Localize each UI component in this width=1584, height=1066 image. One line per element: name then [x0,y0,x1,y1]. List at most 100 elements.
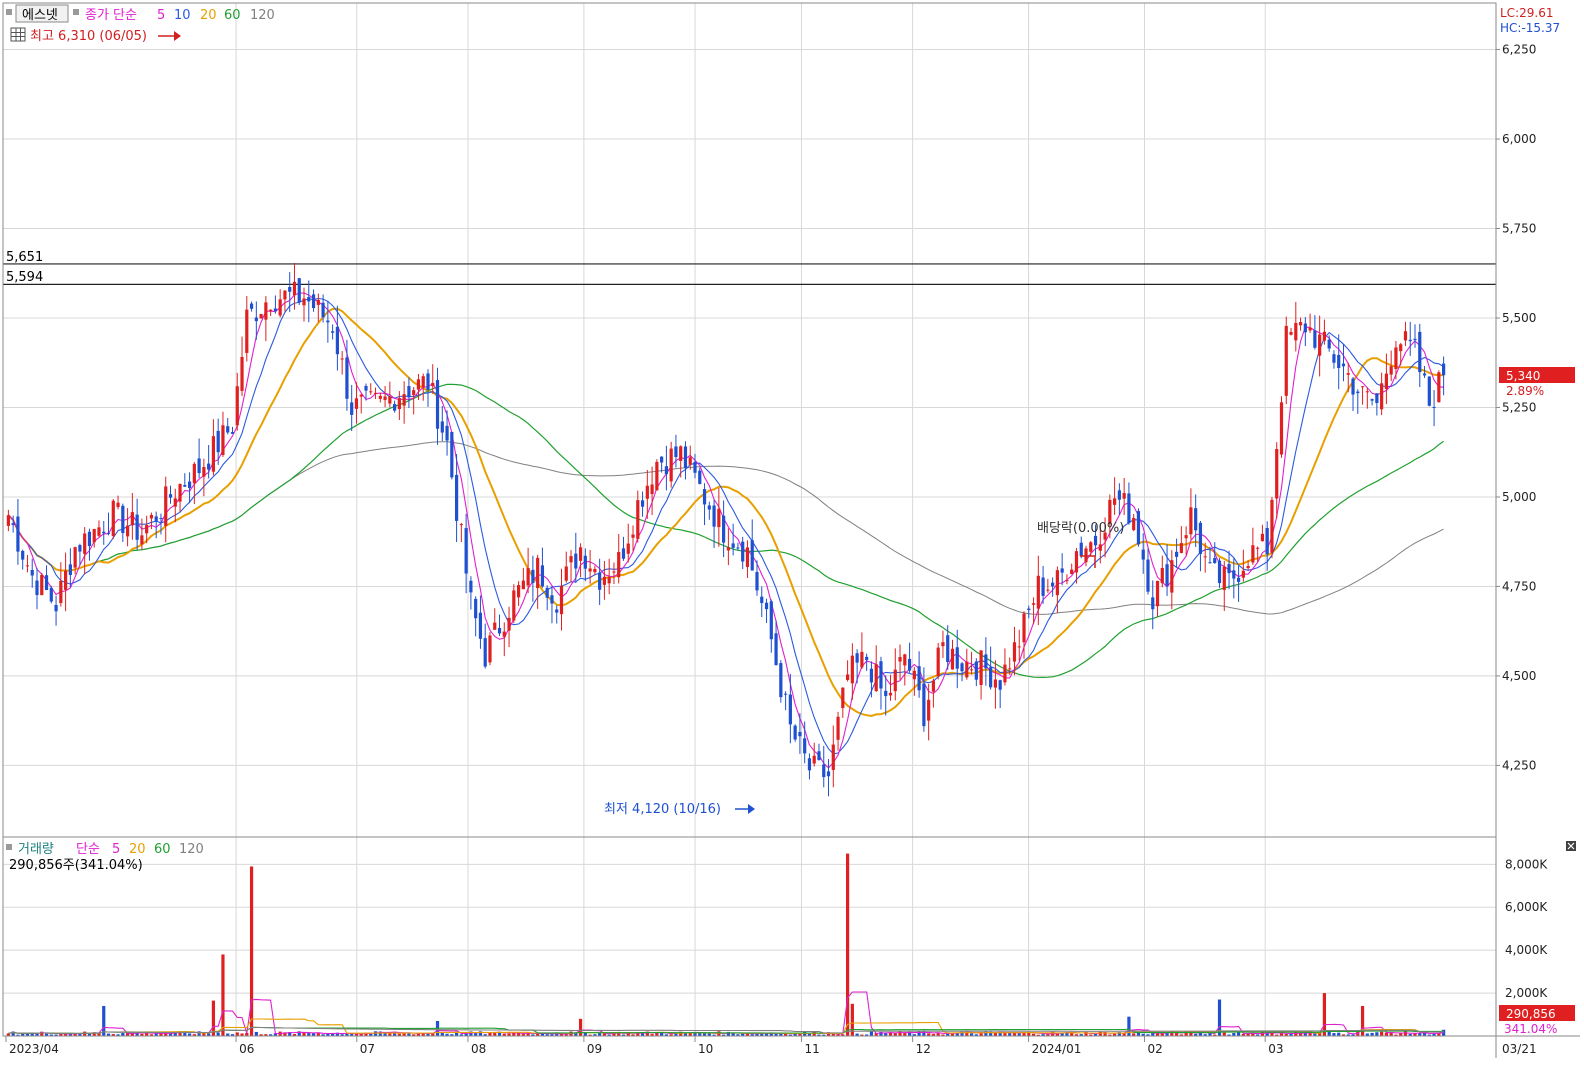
candle-body [1303,323,1307,333]
candle-body [97,527,101,536]
candle-body [1298,322,1303,326]
candle-body [507,617,511,631]
candle-body [307,297,311,302]
candle-body [373,392,378,394]
candle-body [1232,570,1236,579]
candle-body [1222,566,1226,590]
candle-body [865,656,869,660]
legend-toggle-icon[interactable] [6,9,12,15]
candle-body [154,516,158,522]
candle-body [125,525,130,537]
candle-body [488,635,492,663]
candle-body [1270,499,1274,553]
candle-body [755,571,759,591]
volume-current-value: 290,856 [1506,1007,1556,1021]
candle-body [1413,338,1417,341]
candle-body [955,647,959,669]
table-icon[interactable] [10,27,26,42]
candle-body [679,446,683,461]
candle-body [331,331,335,333]
candle-body [631,534,635,538]
candle-body [44,575,49,591]
candle-body [1055,570,1059,596]
candle-body [1179,543,1183,553]
stock-chart[interactable]: 4,250 4,500 4,750 5,000 5,250 5,500 5,750 6,000… [0,0,1584,1062]
candle-body [1399,344,1403,352]
volume-bar [1222,1032,1226,1036]
candle-body [445,425,449,441]
candle-body [989,667,993,688]
candle-body [736,547,740,549]
candle-body [793,725,797,740]
date-tick-label: 10 [698,1042,713,1056]
candle-body [936,647,940,677]
candle-body [235,386,239,426]
candle-body [645,485,649,499]
candle-body [1251,545,1255,563]
date-tick-label: 2023/04 [9,1042,59,1056]
candle-body [917,666,921,691]
candle-body [502,631,506,637]
candle-body [159,517,163,519]
volume-current-pct: 341.04% [1504,1022,1557,1036]
candle-body [393,404,397,411]
candle-body [555,609,559,613]
candle-body [416,379,421,390]
volume-bar [254,1031,258,1036]
candle-body [540,565,545,587]
candle-body [912,670,916,680]
candle-body [664,466,668,475]
candle-body [1265,527,1269,555]
candle-body [974,661,978,680]
date-tick-label: 06 [239,1042,254,1056]
volume-ma-period-60: 60 [154,842,171,857]
candle-body [1008,668,1012,670]
candle-body [1165,564,1169,586]
candle-body [521,580,525,590]
candle-body [435,380,440,429]
candle-body [698,470,702,484]
candle-body [493,622,497,630]
candle-body [78,545,82,552]
candle-body [350,402,354,415]
candle-body [1308,327,1312,331]
candle-body [550,595,554,604]
candle-body [440,421,444,433]
candle-body [245,309,249,353]
candle-body [888,692,893,696]
candle-body [722,515,726,543]
volume-summary: 290,856주(341.04%) [9,858,143,873]
candle-body [660,456,664,463]
candle-body [879,661,883,689]
candle-body [1132,517,1136,531]
candle-body [593,568,597,573]
candle-body [965,661,969,678]
candle-body [1012,642,1017,662]
ma-toggle-icon[interactable] [73,9,79,15]
candle-body [168,494,173,498]
candle-body [469,580,473,593]
candle-body [617,552,621,578]
candle-body [364,385,368,391]
candle-body [64,570,68,590]
candle-body [745,547,750,567]
candle-body [850,655,854,684]
candle-body [316,299,320,305]
candle-body [817,751,821,761]
candle-body [1022,613,1026,643]
candle-body [73,547,77,568]
candle-body [941,642,945,647]
candle-body [459,524,463,526]
price-tick-label: 6,250 [1502,43,1536,57]
candle-body [145,524,149,534]
candle-body [583,555,587,569]
candle-body [1051,582,1055,587]
stock-name[interactable]: 에스넷 [22,8,58,23]
candle-body [1136,511,1141,545]
price-tick-label: 5,500 [1502,311,1536,325]
candle-body [855,653,859,663]
candle-body [717,508,721,528]
volume-bar [221,954,225,1036]
volume-toggle-icon[interactable] [6,844,12,850]
volume-tick-label: 6,000K [1505,900,1548,914]
